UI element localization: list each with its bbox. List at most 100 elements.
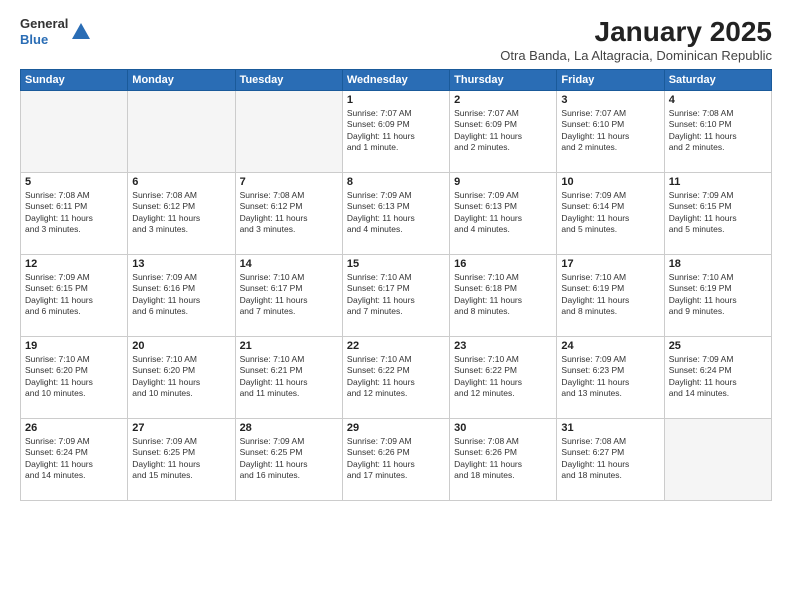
logo: General Blue bbox=[20, 16, 92, 47]
cell-info: Sunrise: 7:09 AMSunset: 6:15 PMDaylight:… bbox=[669, 190, 767, 236]
cell-info: Sunrise: 7:09 AMSunset: 6:13 PMDaylight:… bbox=[347, 190, 445, 236]
header: General Blue January 2025 Otra Banda, La… bbox=[20, 16, 772, 63]
day-number: 5 bbox=[25, 176, 123, 188]
cell-info: Sunrise: 7:10 AMSunset: 6:19 PMDaylight:… bbox=[561, 272, 659, 318]
calendar-cell: 30Sunrise: 7:08 AMSunset: 6:26 PMDayligh… bbox=[450, 419, 557, 501]
day-number: 11 bbox=[669, 176, 767, 188]
logo-text: General Blue bbox=[20, 16, 68, 47]
calendar-cell: 24 Sunrise: 7:09 AMSunset: 6:23 PMDayligh… bbox=[557, 337, 664, 419]
day-number: 26 bbox=[25, 422, 123, 434]
cell-info: Sunrise: 7:10 AMSunset: 6:21 PMDaylight:… bbox=[240, 354, 338, 400]
cell-info: Sunrise: 7:09 AMSunset: 6:14 PMDaylight:… bbox=[561, 190, 659, 236]
cell-info: Sunrise: 7:09 AMSunset: 6:15 PMDaylight:… bbox=[25, 272, 123, 318]
calendar-cell bbox=[21, 91, 128, 173]
cell-info: Sunrise: 7:09 AMSunset: 6:24 PMDaylight:… bbox=[669, 354, 767, 400]
location-subtitle: Otra Banda, La Altagracia, Dominican Rep… bbox=[500, 48, 772, 63]
column-header-saturday: Saturday bbox=[664, 70, 771, 91]
calendar-cell: 15 Sunrise: 7:10 AMSunset: 6:17 PMDayligh… bbox=[342, 255, 449, 337]
week-row-5: 26Sunrise: 7:09 AMSunset: 6:24 PMDayligh… bbox=[21, 419, 772, 501]
calendar-cell: 14 Sunrise: 7:10 AMSunset: 6:17 PMDayligh… bbox=[235, 255, 342, 337]
cell-info: Sunrise: 7:10 AMSunset: 6:20 PMDaylight:… bbox=[25, 354, 123, 400]
cell-info: Sunrise: 7:09 AMSunset: 6:26 PMDaylight:… bbox=[347, 436, 445, 482]
calendar-cell: 29 Sunrise: 7:09 AMSunset: 6:26 PMDayligh… bbox=[342, 419, 449, 501]
calendar-table: SundayMondayTuesdayWednesdayThursdayFrid… bbox=[20, 69, 772, 501]
day-number: 1 bbox=[347, 94, 445, 106]
logo-icon bbox=[70, 21, 92, 43]
cell-info: Sunrise: 7:08 AMSunset: 6:11 PMDaylight:… bbox=[25, 190, 123, 236]
column-header-tuesday: Tuesday bbox=[235, 70, 342, 91]
day-number: 29 bbox=[347, 422, 445, 434]
calendar-cell: 19 Sunrise: 7:10 AMSunset: 6:20 PMDayligh… bbox=[21, 337, 128, 419]
cell-info: Sunrise: 7:10 AMSunset: 6:22 PMDaylight:… bbox=[347, 354, 445, 400]
cell-info: Sunrise: 7:08 AMSunset: 6:12 PMDaylight:… bbox=[240, 190, 338, 236]
logo-general: General bbox=[20, 16, 68, 32]
calendar-cell bbox=[128, 91, 235, 173]
logo-blue: Blue bbox=[20, 32, 68, 48]
calendar-cell: 20 Sunrise: 7:10 AMSunset: 6:20 PMDayligh… bbox=[128, 337, 235, 419]
day-number: 14 bbox=[240, 258, 338, 270]
calendar-cell: 4Sunrise: 7:08 AMSunset: 6:10 PMDaylight… bbox=[664, 91, 771, 173]
calendar-header-row: SundayMondayTuesdayWednesdayThursdayFrid… bbox=[21, 70, 772, 91]
calendar-cell: 26Sunrise: 7:09 AMSunset: 6:24 PMDayligh… bbox=[21, 419, 128, 501]
page: General Blue January 2025 Otra Banda, La… bbox=[0, 0, 792, 612]
cell-info: Sunrise: 7:10 AMSunset: 6:17 PMDaylight:… bbox=[347, 272, 445, 318]
day-number: 15 bbox=[347, 258, 445, 270]
calendar-cell: 6 Sunrise: 7:08 AMSunset: 6:12 PMDaylight… bbox=[128, 173, 235, 255]
calendar-cell: 17Sunrise: 7:10 AMSunset: 6:19 PMDayligh… bbox=[557, 255, 664, 337]
cell-info: Sunrise: 7:09 AMSunset: 6:23 PMDaylight:… bbox=[561, 354, 659, 400]
cell-info: Sunrise: 7:10 AMSunset: 6:20 PMDaylight:… bbox=[132, 354, 230, 400]
day-number: 27 bbox=[132, 422, 230, 434]
calendar-cell: 27Sunrise: 7:09 AMSunset: 6:25 PMDayligh… bbox=[128, 419, 235, 501]
day-number: 24 bbox=[561, 340, 659, 352]
week-row-1: 1 Sunrise: 7:07 AMSunset: 6:09 PMDaylight… bbox=[21, 91, 772, 173]
day-number: 4 bbox=[669, 94, 767, 106]
day-number: 19 bbox=[25, 340, 123, 352]
month-title: January 2025 bbox=[500, 16, 772, 48]
calendar-cell: 23 Sunrise: 7:10 AMSunset: 6:22 PMDayligh… bbox=[450, 337, 557, 419]
column-header-thursday: Thursday bbox=[450, 70, 557, 91]
week-row-2: 5 Sunrise: 7:08 AMSunset: 6:11 PMDaylight… bbox=[21, 173, 772, 255]
day-number: 16 bbox=[454, 258, 552, 270]
calendar-cell: 1 Sunrise: 7:07 AMSunset: 6:09 PMDaylight… bbox=[342, 91, 449, 173]
day-number: 13 bbox=[132, 258, 230, 270]
cell-info: Sunrise: 7:10 AMSunset: 6:18 PMDaylight:… bbox=[454, 272, 552, 318]
calendar-cell: 3Sunrise: 7:07 AMSunset: 6:10 PMDaylight… bbox=[557, 91, 664, 173]
calendar-cell: 2 Sunrise: 7:07 AMSunset: 6:09 PMDaylight… bbox=[450, 91, 557, 173]
column-header-wednesday: Wednesday bbox=[342, 70, 449, 91]
day-number: 12 bbox=[25, 258, 123, 270]
day-number: 6 bbox=[132, 176, 230, 188]
calendar-cell: 22 Sunrise: 7:10 AMSunset: 6:22 PMDayligh… bbox=[342, 337, 449, 419]
calendar-cell: 28Sunrise: 7:09 AMSunset: 6:25 PMDayligh… bbox=[235, 419, 342, 501]
cell-info: Sunrise: 7:08 AMSunset: 6:12 PMDaylight:… bbox=[132, 190, 230, 236]
day-number: 3 bbox=[561, 94, 659, 106]
cell-info: Sunrise: 7:10 AMSunset: 6:22 PMDaylight:… bbox=[454, 354, 552, 400]
day-number: 7 bbox=[240, 176, 338, 188]
calendar-cell: 9Sunrise: 7:09 AMSunset: 6:13 PMDaylight… bbox=[450, 173, 557, 255]
calendar-cell: 13Sunrise: 7:09 AMSunset: 6:16 PMDayligh… bbox=[128, 255, 235, 337]
column-header-sunday: Sunday bbox=[21, 70, 128, 91]
calendar-cell: 7 Sunrise: 7:08 AMSunset: 6:12 PMDaylight… bbox=[235, 173, 342, 255]
week-row-3: 12 Sunrise: 7:09 AMSunset: 6:15 PMDayligh… bbox=[21, 255, 772, 337]
day-number: 20 bbox=[132, 340, 230, 352]
calendar-cell: 21 Sunrise: 7:10 AMSunset: 6:21 PMDayligh… bbox=[235, 337, 342, 419]
day-number: 25 bbox=[669, 340, 767, 352]
column-header-monday: Monday bbox=[128, 70, 235, 91]
day-number: 9 bbox=[454, 176, 552, 188]
day-number: 22 bbox=[347, 340, 445, 352]
cell-info: Sunrise: 7:07 AMSunset: 6:09 PMDaylight:… bbox=[454, 108, 552, 154]
cell-info: Sunrise: 7:07 AMSunset: 6:09 PMDaylight:… bbox=[347, 108, 445, 154]
day-number: 31 bbox=[561, 422, 659, 434]
day-number: 2 bbox=[454, 94, 552, 106]
calendar-cell bbox=[235, 91, 342, 173]
column-header-friday: Friday bbox=[557, 70, 664, 91]
calendar-cell: 5 Sunrise: 7:08 AMSunset: 6:11 PMDaylight… bbox=[21, 173, 128, 255]
day-number: 18 bbox=[669, 258, 767, 270]
calendar-cell bbox=[664, 419, 771, 501]
calendar-cell: 31Sunrise: 7:08 AMSunset: 6:27 PMDayligh… bbox=[557, 419, 664, 501]
calendar-cell: 12 Sunrise: 7:09 AMSunset: 6:15 PMDayligh… bbox=[21, 255, 128, 337]
cell-info: Sunrise: 7:10 AMSunset: 6:17 PMDaylight:… bbox=[240, 272, 338, 318]
calendar-cell: 18 Sunrise: 7:10 AMSunset: 6:19 PMDayligh… bbox=[664, 255, 771, 337]
day-number: 21 bbox=[240, 340, 338, 352]
cell-info: Sunrise: 7:10 AMSunset: 6:19 PMDaylight:… bbox=[669, 272, 767, 318]
day-number: 23 bbox=[454, 340, 552, 352]
